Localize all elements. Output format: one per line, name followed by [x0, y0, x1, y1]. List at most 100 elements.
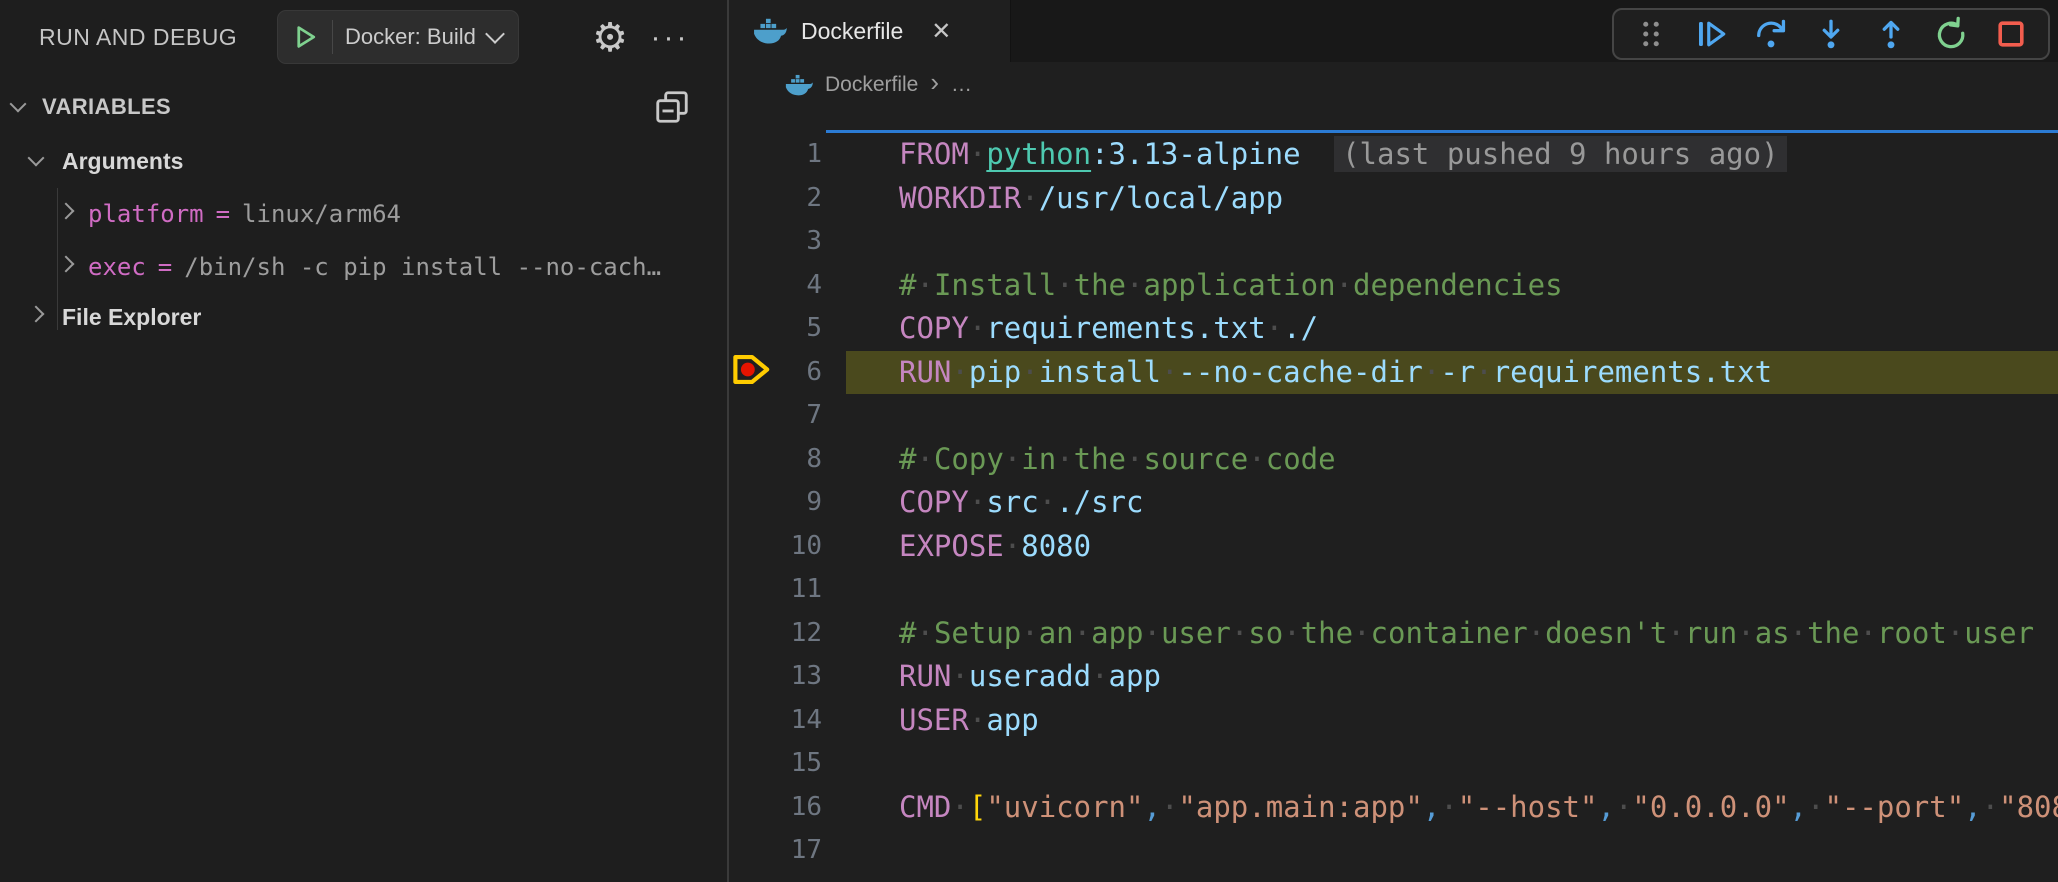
gutter[interactable]: 13 — [729, 655, 846, 699]
line-content[interactable]: USER·app — [846, 699, 2058, 743]
code-line-4[interactable]: 4#·Install·the·application·dependencies — [729, 264, 2058, 308]
code-line-12[interactable]: 12#·Setup·an·app·user·so·the·container·d… — [729, 612, 2058, 656]
chevron-down-icon[interactable] — [10, 96, 27, 113]
line-content[interactable]: COPY·src·./src — [846, 481, 2058, 525]
code-line-3[interactable]: 3 — [729, 220, 2058, 264]
token-blue: ./src — [1056, 485, 1143, 519]
gutter[interactable]: 17 — [729, 829, 846, 873]
code-line-11[interactable]: 11 — [729, 568, 2058, 612]
gutter[interactable]: 4 — [729, 264, 846, 308]
breadcrumb-item-file[interactable]: Dockerfile — [825, 73, 918, 97]
token-blue: 8080 — [1021, 529, 1091, 563]
line-content[interactable]: #·Setup·an·app·user·so·the·container·doe… — [846, 612, 2058, 656]
stop-button[interactable] — [1988, 12, 2034, 56]
line-content[interactable]: EXPOSE·8080 — [846, 525, 2058, 569]
gutter[interactable]: 12 — [729, 612, 846, 656]
code-line-6[interactable]: 6RUN·pip·install·--no-cache-dir·-r·requi… — [729, 351, 2058, 395]
gutter[interactable]: 11 — [729, 568, 846, 612]
gutter[interactable]: 5 — [729, 307, 846, 351]
token-comment: dependencies — [1353, 268, 1563, 302]
token-comment: # — [899, 616, 916, 650]
breakpoint-current-line-icon[interactable] — [731, 352, 773, 393]
code-line-9[interactable]: 9COPY·src·./src — [729, 481, 2058, 525]
code-line-1[interactable]: 1FROM·python:3.13-alpine (last pushed 9 … — [729, 133, 2058, 177]
tab-label: Dockerfile — [801, 18, 903, 45]
code-line-17[interactable]: 17 — [729, 829, 2058, 873]
token-blue: app — [986, 703, 1038, 737]
token-kw: COPY — [899, 485, 969, 519]
divider — [332, 20, 333, 54]
code-line-16[interactable]: 16CMD·["uvicorn",·"app.main:app",·"--hos… — [729, 786, 2058, 830]
token-kw: COPY — [899, 311, 969, 345]
step-over-button[interactable] — [1748, 12, 1794, 56]
gutter[interactable]: 3 — [729, 220, 846, 264]
line-content[interactable]: FROM·python:3.13-alpine (last pushed 9 h… — [846, 133, 2058, 177]
code-line-10[interactable]: 10EXPOSE·8080 — [729, 525, 2058, 569]
token-pun: , — [1143, 790, 1160, 824]
code-line-15[interactable]: 15 — [729, 742, 2058, 786]
gutter[interactable]: 8 — [729, 438, 846, 482]
code-line-2[interactable]: 2WORKDIR·/usr/local/app — [729, 177, 2058, 221]
token-link[interactable]: python — [986, 137, 1091, 171]
code-line-14[interactable]: 14USER·app — [729, 699, 2058, 743]
chevron-down-icon[interactable] — [28, 150, 45, 167]
line-content[interactable]: CMD·["uvicorn",·"app.main:app",·"--host"… — [846, 786, 2058, 830]
gutter[interactable]: 10 — [729, 525, 846, 569]
variables-section-header[interactable]: VARIABLES — [0, 86, 727, 128]
variable-value: /bin/sh -c pip install --no-cach… — [184, 253, 661, 281]
gutter[interactable]: 18 — [729, 873, 846, 882]
vscode-debug-window: { "sidebar": { "title": "RUN AND DEBUG",… — [0, 0, 2058, 882]
gutter[interactable]: 7 — [729, 394, 846, 438]
line-number: 9 — [729, 481, 846, 525]
line-content[interactable]: #·Copy·in·the·source·code — [846, 438, 2058, 482]
gutter[interactable]: 15 — [729, 742, 846, 786]
ellipsis-icon[interactable]: ··· — [646, 16, 694, 60]
gutter[interactable]: 9 — [729, 481, 846, 525]
restart-button[interactable] — [1928, 12, 1974, 56]
line-content[interactable]: #·Install·the·application·dependencies — [846, 264, 2058, 308]
token-comment: code — [1266, 442, 1336, 476]
variable-name: platform — [88, 200, 204, 228]
token-comment: the — [1807, 616, 1859, 650]
breadcrumb-item-more[interactable]: … — [951, 73, 972, 97]
code-line-8[interactable]: 8#·Copy·in·the·source·code — [729, 438, 2058, 482]
gutter[interactable]: 2 — [729, 177, 846, 221]
drag-handle-icon[interactable] — [1628, 12, 1674, 56]
gutter[interactable]: 14 — [729, 699, 846, 743]
code-editor[interactable]: 1FROM·python:3.13-alpine (last pushed 9 … — [729, 133, 2058, 882]
line-number: 12 — [729, 612, 846, 656]
step-out-button[interactable] — [1868, 12, 1914, 56]
close-icon[interactable]: ✕ — [931, 17, 951, 46]
code-line-13[interactable]: 13RUN·useradd·app — [729, 655, 2058, 699]
launch-config-dropdown[interactable]: Docker: Build — [277, 10, 519, 64]
variable-name: exec — [88, 253, 146, 281]
code-line-7[interactable]: 7 — [729, 394, 2058, 438]
line-content[interactable]: RUN·pip·install·--no-cache-dir·-r·requir… — [846, 351, 2058, 395]
code-line-5[interactable]: 5COPY·requirements.txt·./ — [729, 307, 2058, 351]
token-comment: Copy — [934, 442, 1004, 476]
line-content[interactable]: WORKDIR·/usr/local/app — [846, 177, 2058, 221]
gutter[interactable]: 1 — [729, 133, 846, 177]
variable-row-exec[interactable]: exec = /bin/sh -c pip install --no-cach… — [0, 243, 727, 291]
scope-file-explorer[interactable]: File Explorer — [0, 296, 727, 338]
chevron-right-icon[interactable] — [58, 256, 75, 273]
scope-arguments[interactable]: Arguments — [0, 140, 727, 182]
variable-row-platform[interactable]: platform = linux/arm64 — [0, 190, 727, 238]
chevron-right-icon[interactable] — [28, 306, 45, 323]
gutter[interactable]: 6 — [729, 351, 846, 395]
code-line-18[interactable]: 18 — [729, 873, 2058, 882]
token-blue: --no-cache-dir — [1178, 355, 1422, 389]
gutter[interactable]: 16 — [729, 786, 846, 830]
gear-icon[interactable]: ⚙ — [588, 16, 632, 60]
chevron-right-icon[interactable] — [58, 203, 75, 220]
line-content[interactable]: RUN·useradd·app — [846, 655, 2058, 699]
collapse-all-icon[interactable] — [653, 88, 693, 126]
token-blue: src — [986, 485, 1038, 519]
step-into-button[interactable] — [1808, 12, 1854, 56]
token-comment: so — [1248, 616, 1283, 650]
run-and-debug-sidebar: RUN AND DEBUG Docker: Build ⚙ ··· VARIAB… — [0, 0, 727, 882]
play-icon[interactable] — [290, 22, 320, 52]
line-content[interactable]: COPY·requirements.txt·./ — [846, 307, 2058, 351]
tab-dockerfile[interactable]: Dockerfile ✕ — [729, 0, 1011, 62]
continue-button[interactable] — [1688, 12, 1734, 56]
